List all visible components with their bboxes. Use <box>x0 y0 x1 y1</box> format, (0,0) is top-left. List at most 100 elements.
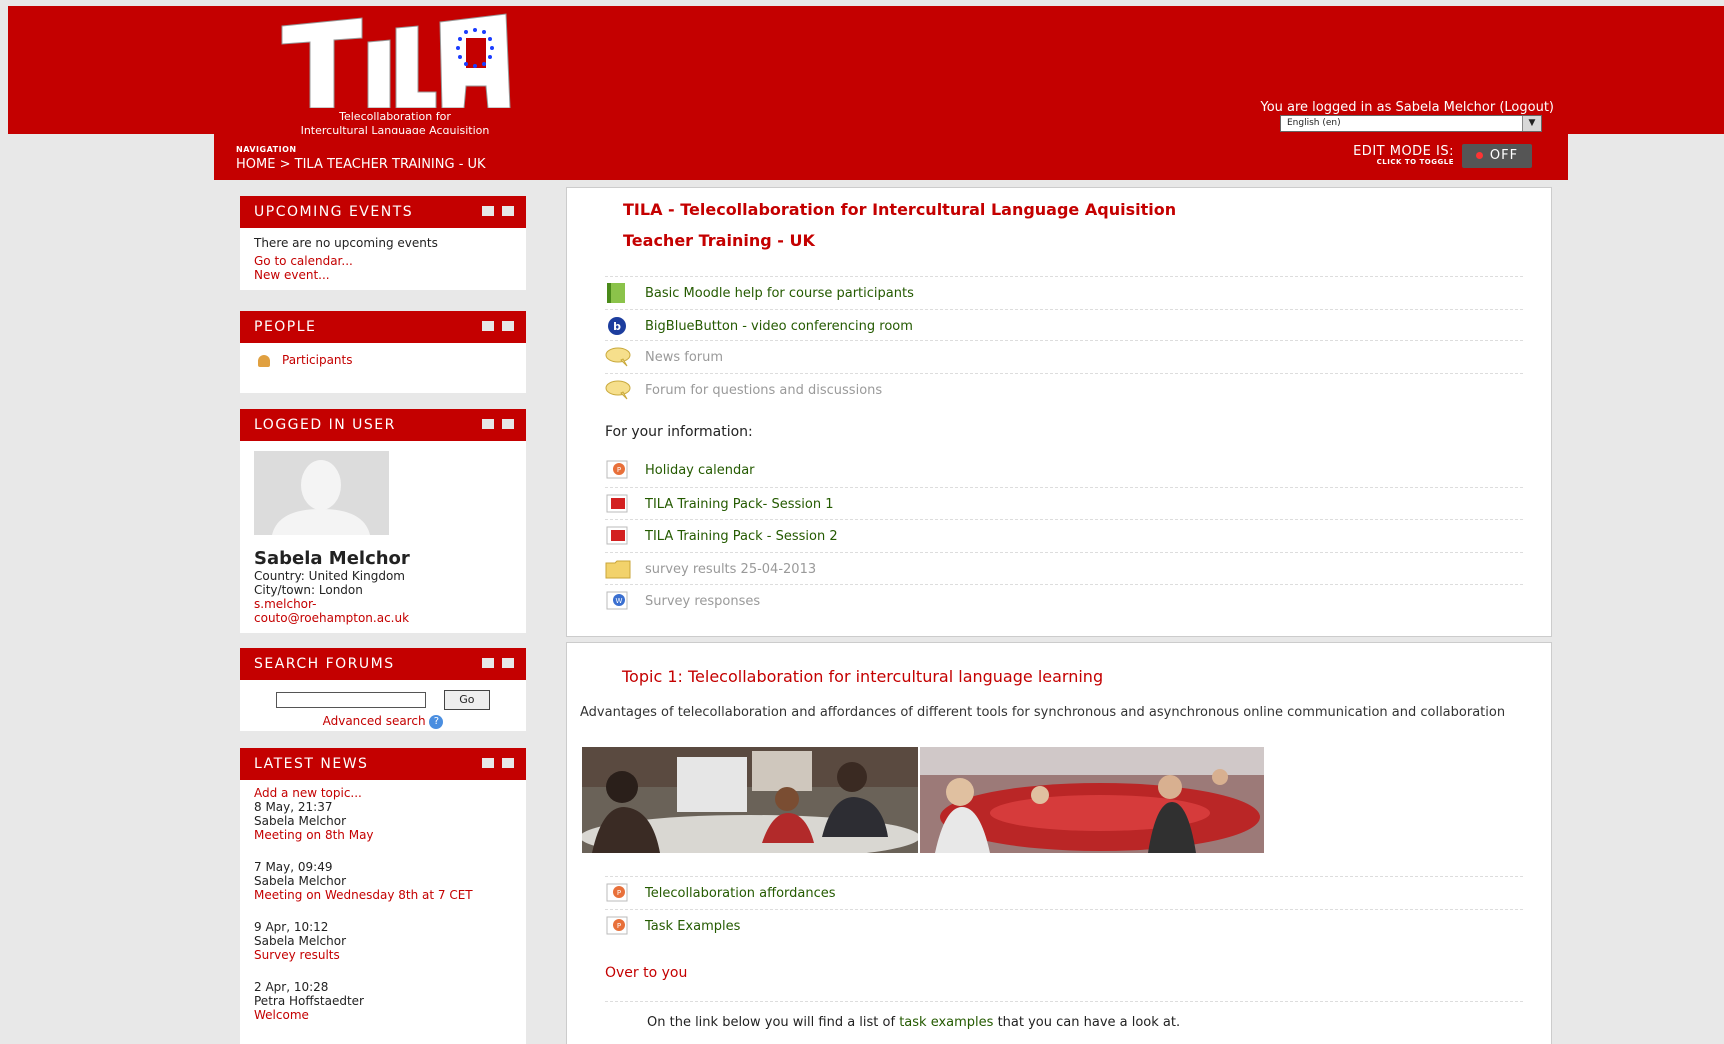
breadcrumb: HOME > TILA TEACHER TRAINING - UK <box>236 157 486 172</box>
logged-in-user-block: LOGGED IN USER Sabela Melchor Country: U… <box>240 409 526 633</box>
edit-mode-text: EDIT MODE IS: <box>1353 144 1454 159</box>
topic-summary: Advantages of telecollaboration and affo… <box>580 705 1506 720</box>
resource-item[interactable]: W Survey responses <box>605 584 1523 615</box>
block-title: LATEST NEWS <box>254 756 369 772</box>
resource-link[interactable]: survey results 25-04-2013 <box>645 562 816 577</box>
resource-link[interactable]: TILA Training Pack- Session 1 <box>645 497 834 512</box>
breadcrumb-course[interactable]: TILA TEACHER TRAINING - UK <box>295 157 486 172</box>
people-block: PEOPLE Participants <box>240 311 526 393</box>
search-forums-input[interactable] <box>276 692 427 708</box>
activity-item[interactable]: News forum <box>605 340 1523 371</box>
resource-item[interactable]: P Holiday calendar <box>605 454 1523 484</box>
edit-mode-hint: CLICK TO TOGGLE <box>1376 158 1454 166</box>
email-part-2: couto@roehampton.ac.uk <box>254 611 410 625</box>
advanced-search-link[interactable]: Advanced search <box>323 714 426 728</box>
bigbluebutton-icon: b <box>608 317 626 335</box>
activity-item[interactable]: b BigBlueButton - video conferencing roo… <box>605 309 1523 340</box>
dock-block-icon[interactable] <box>502 758 514 768</box>
resource-link[interactable]: Task Examples <box>645 919 740 934</box>
resource-link[interactable]: Telecollaboration affordances <box>645 886 836 901</box>
virtual-world-photo <box>920 747 1264 853</box>
activity-link[interactable]: News forum <box>645 350 723 365</box>
go-to-calendar-link[interactable]: Go to calendar... <box>254 254 512 268</box>
news-date: 9 Apr, 10:12 <box>254 920 329 934</box>
news-author: Petra Hoffstaedter <box>254 994 364 1008</box>
user-country: Country: United Kingdom <box>254 569 405 583</box>
participants-link[interactable]: Participants <box>282 353 353 367</box>
task-examples-link[interactable]: task examples <box>899 1015 993 1030</box>
news-subject-link[interactable]: Survey results <box>254 948 512 962</box>
powerpoint-icon: P <box>606 883 628 902</box>
news-subject-link[interactable]: Meeting on 8th May <box>254 828 512 842</box>
login-info: You are logged in as Sabela Melchor (Log… <box>1260 100 1554 115</box>
resource-item[interactable]: TILA Training Pack- Session 1 <box>605 487 1523 518</box>
activity-item[interactable]: Basic Moodle help for course participant… <box>605 276 1523 307</box>
news-subject-link[interactable]: Meeting on Wednesday 8th at 7 CET <box>254 888 504 902</box>
edit-mode-toggle[interactable]: OFF <box>1462 144 1532 168</box>
resource-link[interactable]: Survey responses <box>645 594 760 609</box>
course-subtitle: Teacher Training - UK <box>623 231 815 250</box>
user-fullname: Sabela Melchor <box>254 548 410 569</box>
svg-text:P: P <box>617 922 621 930</box>
forum-icon <box>605 347 631 367</box>
news-subject-link[interactable]: Welcome <box>254 1008 512 1022</box>
resource-link[interactable]: Holiday calendar <box>645 463 755 478</box>
resource-item[interactable]: P Telecollaboration affordances <box>605 876 1523 907</box>
topic-title: Topic 1: Telecollaboration for intercult… <box>622 667 1104 686</box>
classroom-photo <box>582 747 918 853</box>
latest-news-block: LATEST NEWS Add a new topic... 8 May, 21… <box>240 748 526 1044</box>
news-item: 9 Apr, 10:12 Sabela Melchor Survey resul… <box>254 920 512 962</box>
participants-icon <box>258 354 270 367</box>
task-examples-note: On the link below you will find a list o… <box>647 1015 1180 1030</box>
hide-block-icon[interactable] <box>482 206 494 216</box>
news-author: Sabela Melchor <box>254 934 347 948</box>
dock-block-icon[interactable] <box>502 206 514 216</box>
help-icon[interactable]: ? <box>429 714 444 729</box>
pdf-icon <box>606 494 628 513</box>
activity-link[interactable]: BigBlueButton - video conferencing room <box>645 319 913 334</box>
block-header: PEOPLE <box>240 311 526 343</box>
tila-logo[interactable]: Telecollaboration for Intercultural Lang… <box>270 12 520 137</box>
hide-block-icon[interactable] <box>482 758 494 768</box>
breadcrumb-home[interactable]: HOME <box>236 157 275 172</box>
hide-block-icon[interactable] <box>482 658 494 668</box>
block-content: There are no upcoming events Go to calen… <box>240 228 526 290</box>
new-event-link[interactable]: New event... <box>254 268 512 282</box>
hide-block-icon[interactable] <box>482 321 494 331</box>
resource-item[interactable]: TILA Training Pack - Session 2 <box>605 519 1523 550</box>
upcoming-events-block: UPCOMING EVENTS There are no upcoming ev… <box>240 196 526 290</box>
svg-text:W: W <box>616 597 623 605</box>
block-header: LATEST NEWS <box>240 748 526 780</box>
search-forums-block: SEARCH FORUMS Go Advanced search ? <box>240 648 526 731</box>
language-select[interactable]: English (en) ▼ <box>1280 115 1542 132</box>
chevron-down-icon[interactable]: ▼ <box>1522 116 1541 131</box>
dock-block-icon[interactable] <box>502 321 514 331</box>
activity-link[interactable]: Basic Moodle help for course participant… <box>645 286 914 301</box>
dock-block-icon[interactable] <box>502 658 514 668</box>
logout-link[interactable]: (Logout) <box>1499 100 1554 115</box>
user-email-link[interactable]: s.melchor-couto@roehampton.ac.uk <box>254 597 512 625</box>
news-author: Sabela Melchor <box>254 814 347 828</box>
search-go-button[interactable]: Go <box>443 690 490 710</box>
dock-block-icon[interactable] <box>502 419 514 429</box>
breadcrumb-separator: > <box>279 157 291 172</box>
course-section-general: TILA - Telecollaboration for Intercultur… <box>566 187 1552 637</box>
activity-link[interactable]: Forum for questions and discussions <box>645 383 882 398</box>
edit-mode-label: EDIT MODE IS: CLICK TO TOGGLE <box>1353 144 1454 166</box>
add-topic-link[interactable]: Add a new topic... <box>254 786 512 800</box>
block-content: Participants <box>240 343 526 375</box>
block-header: LOGGED IN USER <box>240 409 526 441</box>
edit-mode-state: OFF <box>1489 148 1519 163</box>
news-date: 7 May, 09:49 <box>254 860 333 874</box>
pdf-icon <box>606 526 628 545</box>
advanced-search-row: Advanced search ? <box>254 714 512 729</box>
resource-link[interactable]: TILA Training Pack - Session 2 <box>645 529 838 544</box>
avatar[interactable] <box>254 451 389 535</box>
login-prefix: You are logged in as <box>1260 100 1392 115</box>
hide-block-icon[interactable] <box>482 419 494 429</box>
resource-item[interactable]: survey results 25-04-2013 <box>605 552 1523 583</box>
activity-item[interactable]: Forum for questions and discussions <box>605 373 1523 404</box>
resource-item[interactable]: P Task Examples <box>605 909 1523 940</box>
login-user-link[interactable]: Sabela Melchor <box>1396 100 1496 115</box>
news-date: 8 May, 21:37 <box>254 800 333 814</box>
